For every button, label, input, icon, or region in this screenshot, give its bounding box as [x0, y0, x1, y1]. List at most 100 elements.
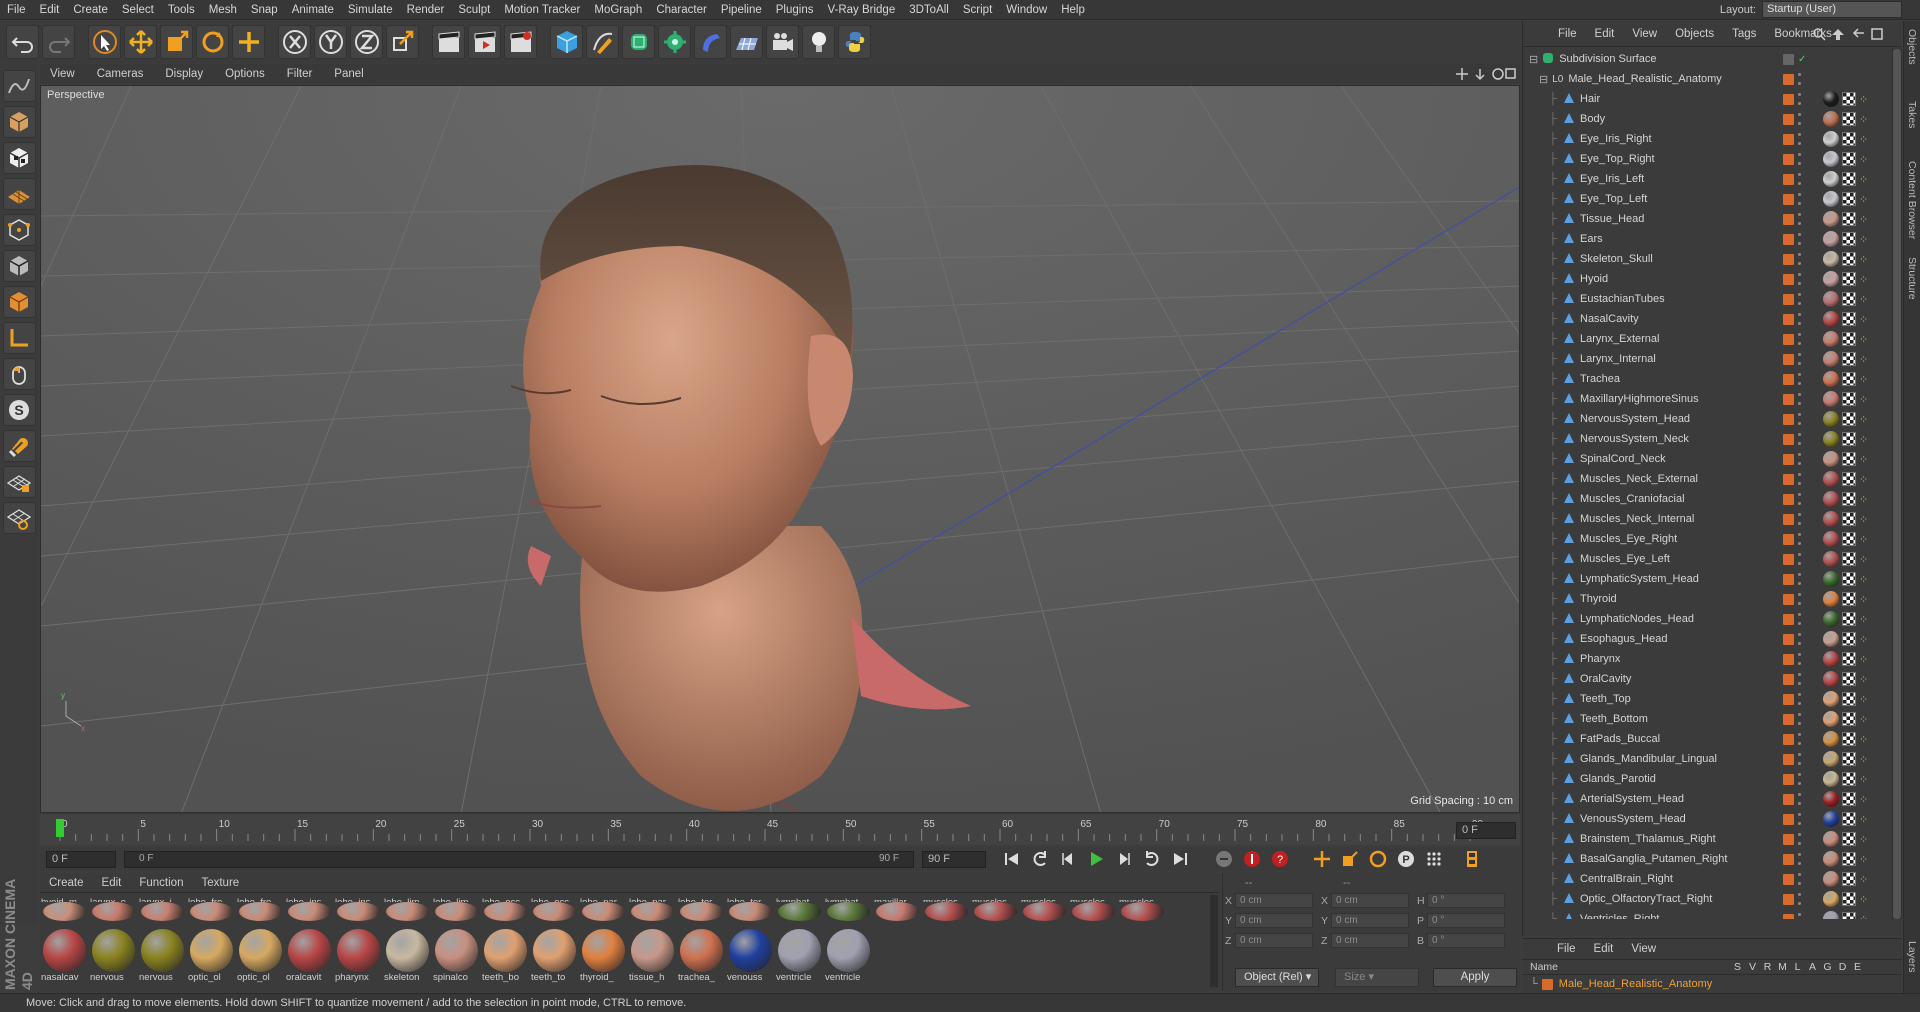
layer-swatch[interactable] — [1783, 893, 1815, 905]
material-swatch[interactable]: larynx_i — [138, 897, 187, 921]
layer-swatch[interactable] — [1783, 413, 1815, 425]
scale-tool-button[interactable] — [160, 25, 193, 59]
texture-tag-icon[interactable] — [1842, 132, 1856, 146]
coordinate-mode-dropdown[interactable]: Object (Rel) ▾ — [1235, 968, 1319, 987]
layer-column-l[interactable]: L — [1790, 961, 1805, 973]
layer-swatch[interactable] — [1783, 373, 1815, 385]
om-menu-edit[interactable]: Edit — [1586, 28, 1624, 40]
texture-tag-icon[interactable] — [1842, 312, 1856, 326]
material-swatch[interactable]: skeleton — [383, 929, 432, 985]
texture-tag-icon[interactable] — [1842, 872, 1856, 886]
material-swatch[interactable]: muscles — [1118, 897, 1167, 921]
position-key-toggle[interactable] — [1310, 848, 1334, 870]
phong-tag-icon[interactable]: ⁘ — [1859, 493, 1868, 506]
material-swatch[interactable]: nervous — [138, 929, 187, 985]
material-swatch[interactable]: lobe_fro — [236, 897, 285, 921]
material-swatch[interactable]: lobe_lim — [383, 897, 432, 921]
layer-swatch[interactable] — [1783, 293, 1815, 305]
coordinate-system-button[interactable] — [386, 25, 419, 59]
timeline-ruler[interactable]: 051015202530354045505560657075808590 — [40, 815, 1520, 845]
add-light-button[interactable] — [802, 25, 835, 59]
menu-render[interactable]: Render — [400, 0, 452, 20]
texture-tag-icon[interactable] — [1842, 332, 1856, 346]
material-swatch[interactable]: lobe_ter — [726, 897, 775, 921]
add-cube-button[interactable] — [550, 25, 583, 59]
material-menu-function[interactable]: Function — [130, 877, 192, 889]
tweak-mode-button[interactable] — [2, 358, 36, 390]
workplane-mode-button[interactable] — [2, 178, 36, 210]
material-tag-icon[interactable] — [1823, 471, 1839, 487]
material-swatch[interactable]: ventricle — [824, 929, 873, 985]
visibility-dots[interactable] — [1798, 373, 1802, 385]
material-tag-icon[interactable] — [1823, 791, 1839, 807]
menu-file[interactable]: File — [0, 0, 33, 20]
object-row-muscles-eye-left[interactable]: ├ Muscles_Eye_Left ⁘ — [1523, 549, 1893, 569]
material-swatch[interactable]: lobe_lim — [432, 897, 481, 921]
layer-swatch[interactable] — [1783, 653, 1815, 665]
parameter-key-toggle[interactable]: P — [1394, 848, 1418, 870]
texture-tag-icon[interactable] — [1842, 912, 1856, 919]
next-frame-button[interactable] — [1112, 848, 1136, 870]
texture-tag-icon[interactable] — [1842, 632, 1856, 646]
planar-workplane-button[interactable] — [2, 502, 36, 534]
layer-swatch[interactable] — [1783, 473, 1815, 485]
visibility-dots[interactable] — [1798, 193, 1802, 205]
om-menu-tags[interactable]: Tags — [1723, 28, 1765, 40]
material-tag-icon[interactable] — [1823, 171, 1839, 187]
phong-tag-icon[interactable]: ⁘ — [1859, 793, 1868, 806]
visibility-dots[interactable] — [1798, 393, 1802, 405]
layer-swatch[interactable] — [1783, 333, 1815, 345]
phong-tag-icon[interactable]: ⁘ — [1859, 733, 1868, 746]
layer-swatch[interactable] — [1783, 533, 1815, 545]
polygons-mode-button[interactable] — [2, 286, 36, 318]
side-tab-objects[interactable]: Objects — [1906, 29, 1918, 65]
material-swatch[interactable]: lobe_ins — [334, 897, 383, 921]
phong-tag-icon[interactable]: ⁘ — [1859, 413, 1868, 426]
layer-menu-file[interactable]: File — [1548, 943, 1585, 955]
phong-tag-icon[interactable]: ⁘ — [1859, 753, 1868, 766]
material-swatch[interactable]: lobe_par — [579, 897, 628, 921]
object-row-esophagus-head[interactable]: ├ Esophagus_Head ⁘ — [1523, 629, 1893, 649]
playhead[interactable] — [56, 819, 64, 837]
layer-swatch[interactable] — [1783, 453, 1815, 465]
texture-tag-icon[interactable] — [1842, 232, 1856, 246]
y-axis-lock-button[interactable] — [314, 25, 347, 59]
phong-tag-icon[interactable]: ⁘ — [1859, 573, 1868, 586]
object-row-larynx-internal[interactable]: ├ Larynx_Internal ⁘ — [1523, 349, 1893, 369]
coordinate-field[interactable]: 0 cm — [1331, 913, 1409, 928]
object-row-pharynx[interactable]: ├ Pharynx ⁘ — [1523, 649, 1893, 669]
menu-help[interactable]: Help — [1054, 0, 1092, 20]
layer-swatch[interactable] — [1783, 633, 1815, 645]
material-swatch[interactable]: hyoid_m — [40, 897, 89, 921]
layer-swatch[interactable] — [1783, 753, 1815, 765]
add-floor-button[interactable] — [730, 25, 763, 59]
object-row-lymphaticsystem-head[interactable]: ├ LymphaticSystem_Head ⁘ — [1523, 569, 1893, 589]
material-tag-icon[interactable] — [1823, 331, 1839, 347]
collapse-toggle-icon[interactable]: ⊟ — [1529, 53, 1538, 66]
add-deformer-button[interactable] — [694, 25, 727, 59]
material-tag-icon[interactable] — [1823, 551, 1839, 567]
texture-tag-icon[interactable] — [1842, 812, 1856, 826]
object-row-venoussystem-head[interactable]: ├ VenousSystem_Head ⁘ — [1523, 809, 1893, 829]
material-tag-icon[interactable] — [1823, 711, 1839, 727]
phong-tag-icon[interactable]: ⁘ — [1859, 373, 1868, 386]
visibility-dots[interactable] — [1798, 513, 1802, 525]
coordinate-field[interactable]: 0 cm — [1235, 913, 1313, 928]
layer-swatch[interactable] — [1783, 613, 1815, 625]
menu-v-ray-bridge[interactable]: V-Ray Bridge — [820, 0, 902, 20]
render-view-button[interactable] — [432, 25, 465, 59]
layer-swatch[interactable] — [1783, 153, 1815, 165]
viewport-menu-options[interactable]: Options — [215, 68, 277, 80]
coordinate-field[interactable]: 0 ° — [1427, 933, 1505, 948]
object-row-body[interactable]: ├ Body ⁘ — [1523, 109, 1893, 129]
material-swatch[interactable]: larynx_e — [89, 897, 138, 921]
previous-frame-button[interactable] — [1056, 848, 1080, 870]
texture-tag-icon[interactable] — [1842, 692, 1856, 706]
material-tag-icon[interactable] — [1823, 531, 1839, 547]
texture-tag-icon[interactable] — [1842, 612, 1856, 626]
object-row-optic-olfactorytract-right[interactable]: ├ Optic_OlfactoryTract_Right ⁘ — [1523, 889, 1893, 909]
visibility-dots[interactable] — [1798, 313, 1802, 325]
phong-tag-icon[interactable]: ⁘ — [1859, 893, 1868, 906]
object-row-skeleton-skull[interactable]: ├ Skeleton_Skull ⁘ — [1523, 249, 1893, 269]
texture-tag-icon[interactable] — [1842, 392, 1856, 406]
